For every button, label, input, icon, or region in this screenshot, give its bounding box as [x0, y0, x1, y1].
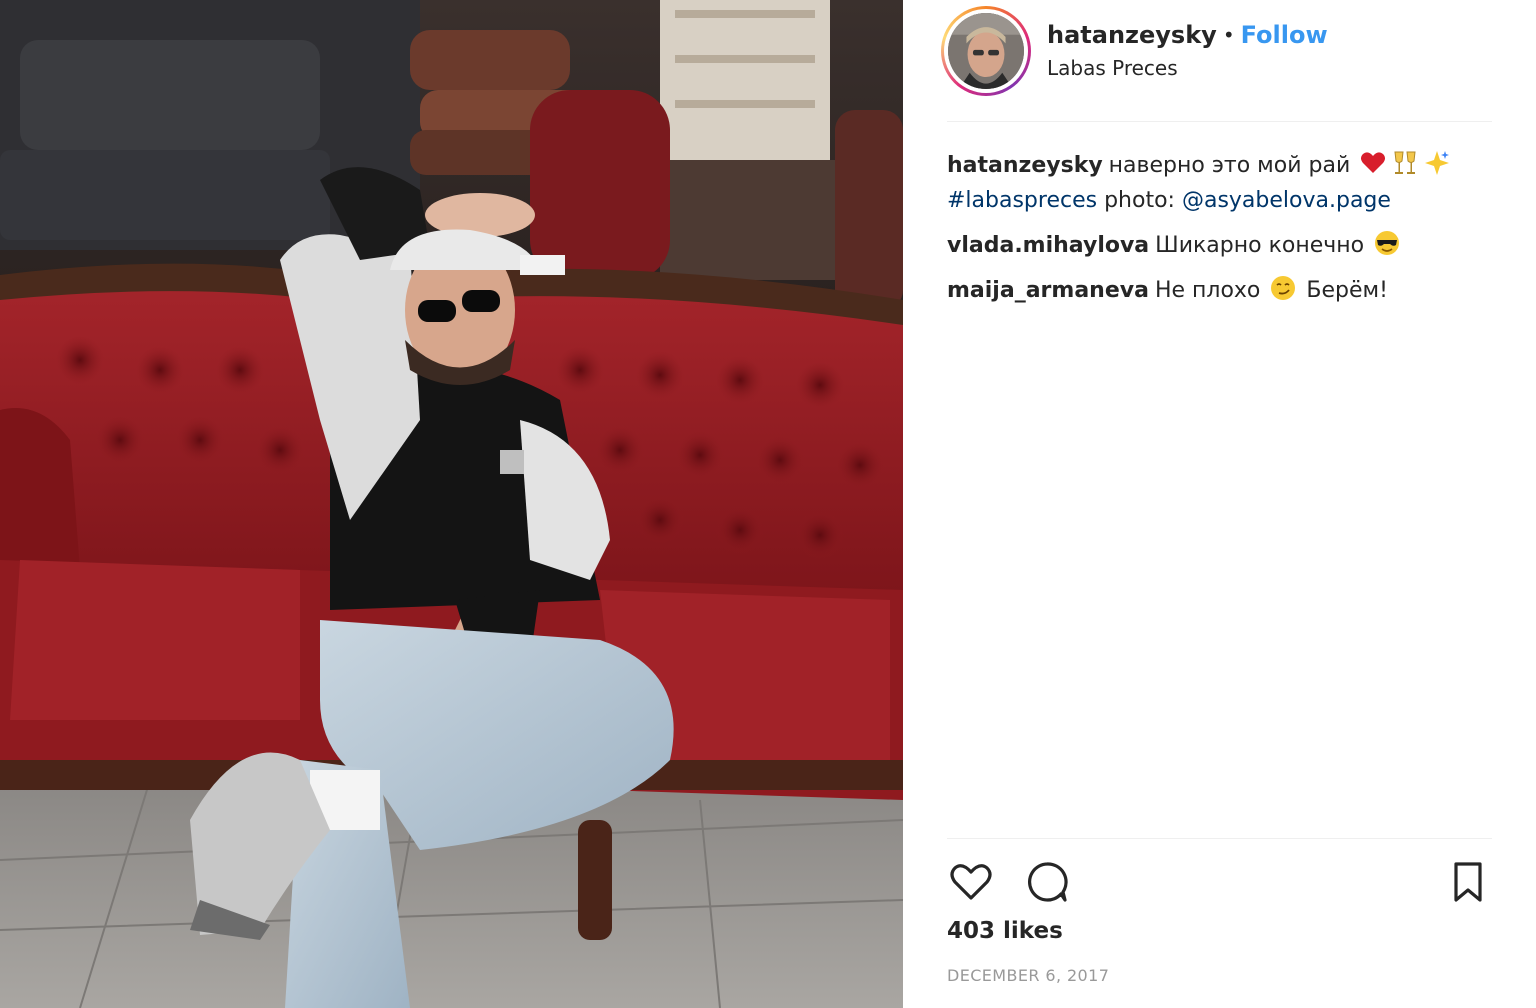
heart-emoji — [1359, 149, 1387, 177]
avatar[interactable] — [948, 13, 1024, 89]
actions-divider — [947, 838, 1492, 839]
header-row: hatanzeysky • Follow — [1047, 18, 1328, 52]
comment-text-after: Берём! — [1306, 278, 1388, 303]
avatar-image — [948, 13, 1024, 89]
caption-line-2: #labaspreces photo: @asyabelova.page — [947, 183, 1507, 218]
sunglasses-face-emoji — [1373, 229, 1401, 257]
post-date[interactable]: DECEMBER 6, 2017 — [947, 966, 1109, 985]
smirking-face-emoji — [1269, 274, 1297, 302]
comment-item: vlada.mihaylova Шикарно конечно — [947, 228, 1507, 263]
post-location[interactable]: Labas Preces — [1047, 56, 1178, 80]
comment-username[interactable]: maija_armaneva — [947, 278, 1149, 303]
caption: hatanzeysky наверно это мой рай — [947, 148, 1507, 183]
comment-text: Шикарно конечно — [1155, 233, 1365, 258]
header-username[interactable]: hatanzeysky — [1047, 21, 1217, 49]
post-actions — [947, 858, 1492, 906]
post-side-panel: hatanzeysky • Follow Labas Preces hatanz… — [903, 0, 1536, 1008]
header-divider — [947, 121, 1492, 122]
mention-link[interactable]: @asyabelova.page — [1182, 188, 1391, 213]
comment-text-before: Не плохо — [1154, 278, 1261, 303]
likes-count[interactable]: 403 likes — [947, 918, 1063, 944]
post-header: hatanzeysky • Follow Labas Preces — [903, 0, 1536, 122]
caption-photo-label: photo: — [1104, 188, 1175, 213]
heart-outline-icon[interactable] — [947, 858, 995, 906]
avatar-story-ring[interactable] — [941, 6, 1031, 96]
post-photo-illustration — [0, 0, 903, 1008]
sparkles-emoji — [1423, 149, 1451, 177]
comment-item: maija_armaneva Не плохо Берём! — [947, 273, 1507, 308]
comment-username[interactable]: vlada.mihaylova — [947, 233, 1149, 258]
bookmark-icon[interactable] — [1444, 858, 1492, 906]
header-separator: • — [1222, 23, 1235, 47]
caption-text: наверно это мой рай — [1108, 153, 1351, 178]
speech-bubble-icon[interactable] — [1023, 858, 1071, 906]
follow-button[interactable]: Follow — [1241, 21, 1328, 49]
post-photo[interactable] — [0, 0, 903, 1008]
clinking-glasses-emoji — [1391, 149, 1419, 177]
comments-section: hatanzeysky наверно это мой рай #labaspre… — [947, 148, 1507, 308]
hashtag-link[interactable]: #labaspreces — [947, 188, 1097, 213]
caption-username[interactable]: hatanzeysky — [947, 153, 1103, 178]
